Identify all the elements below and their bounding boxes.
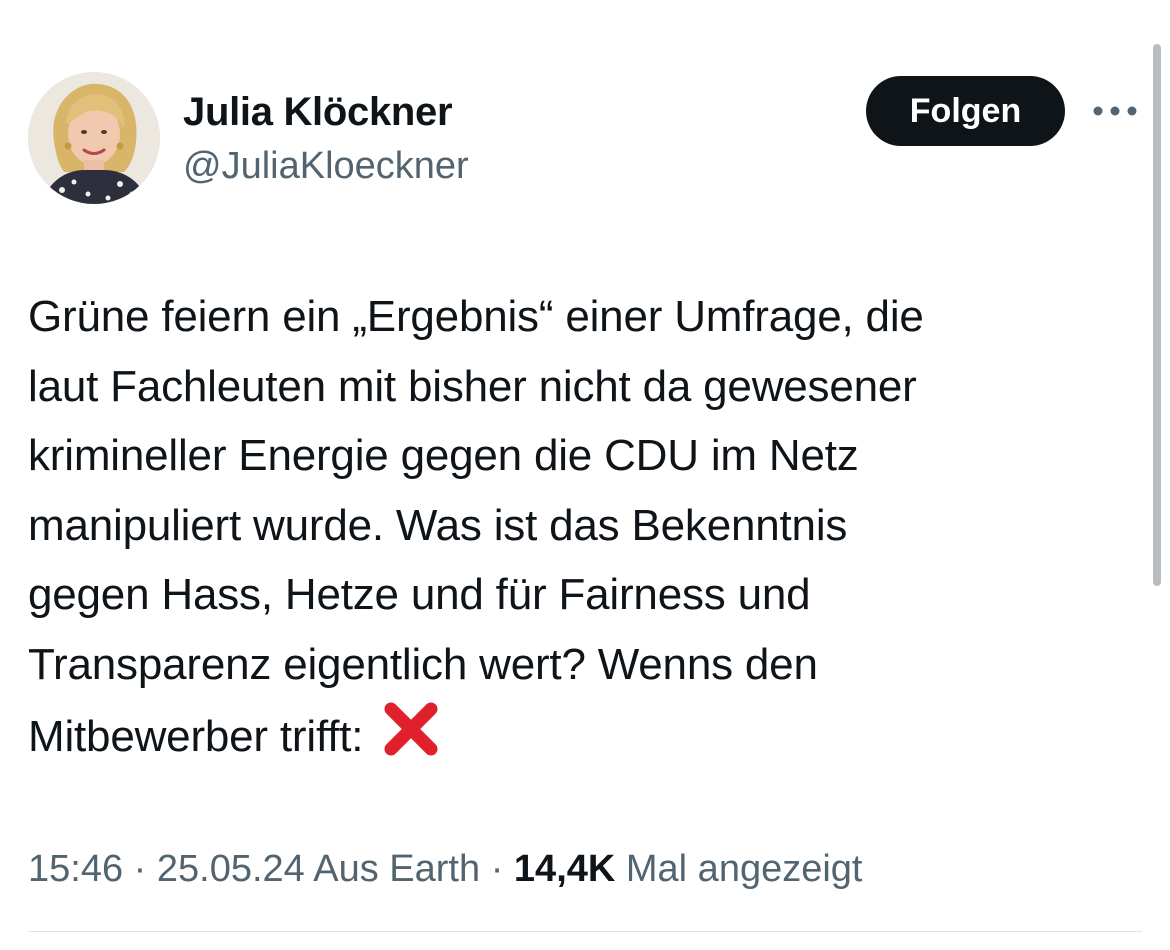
meta-separator: ·	[490, 848, 504, 890]
views-count: 14,4K	[513, 848, 616, 890]
more-options-button[interactable]	[1090, 96, 1140, 126]
tweet-body: Grüne feiern ein „Ergebnis“ einer Umfrag…	[28, 292, 924, 761]
tweet-date[interactable]: 25.05.24	[157, 848, 305, 890]
ellipsis-icon	[1093, 106, 1137, 116]
tweet-time[interactable]: 15:46	[28, 848, 123, 890]
avatar[interactable]	[28, 72, 160, 204]
author-display-name[interactable]: Julia Klöckner	[183, 89, 453, 135]
follow-button[interactable]: Folgen	[866, 76, 1065, 146]
avatar-image	[28, 72, 160, 204]
views-label: Mal angezeigt	[625, 848, 863, 890]
author-handle[interactable]: @JuliaKloeckner	[183, 143, 469, 189]
scrollbar[interactable]	[1153, 44, 1161, 586]
divider	[28, 931, 1142, 932]
tweet-text: Grüne feiern ein „Ergebnis“ einer Umfrag…	[28, 282, 1108, 780]
cross-mark-icon	[381, 699, 441, 780]
meta-separator: ·	[133, 848, 147, 890]
tweet-meta: 15:46 · 25.05.24 Aus Earth · 14,4K Mal a…	[28, 844, 862, 894]
tweet-source: Aus Earth	[313, 848, 481, 890]
